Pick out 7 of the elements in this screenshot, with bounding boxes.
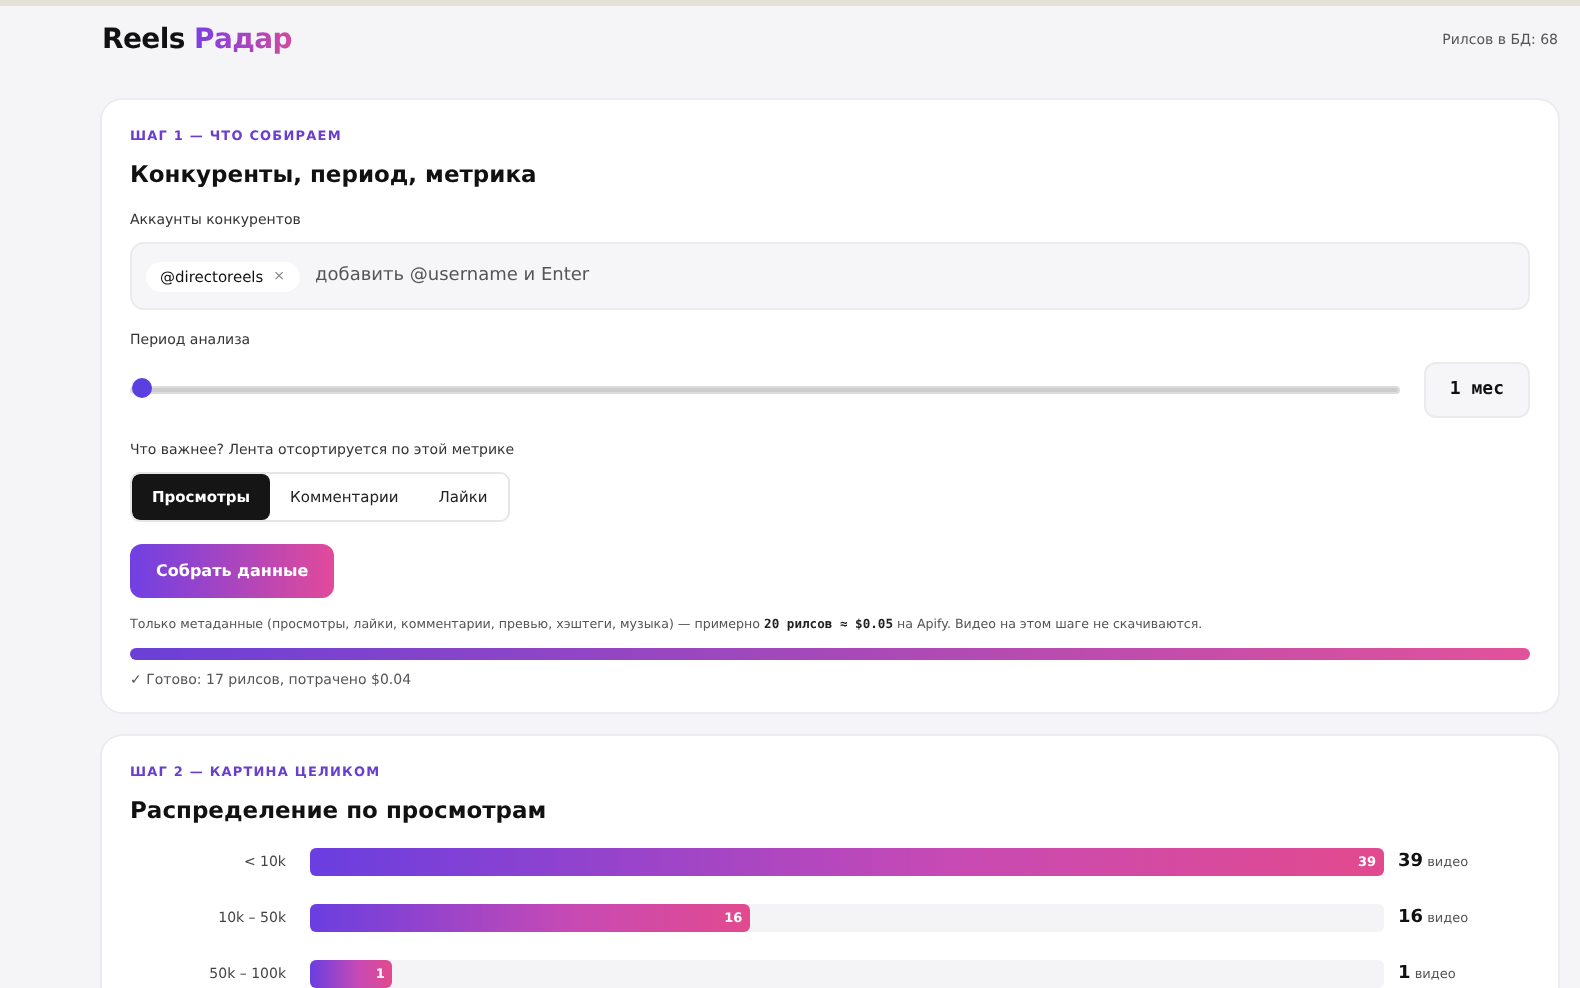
period-value: 1 мес xyxy=(1423,362,1530,418)
section-title: Конкуренты, период, метрика xyxy=(130,160,539,188)
account-input[interactable]: добавить @username и Enter xyxy=(311,264,1514,288)
logo: Reels Радар xyxy=(102,23,292,55)
slider-thumb[interactable] xyxy=(132,378,152,398)
collect-button[interactable]: Собрать данные xyxy=(130,544,335,598)
section-title: Распределение по просмотрам xyxy=(130,796,549,824)
